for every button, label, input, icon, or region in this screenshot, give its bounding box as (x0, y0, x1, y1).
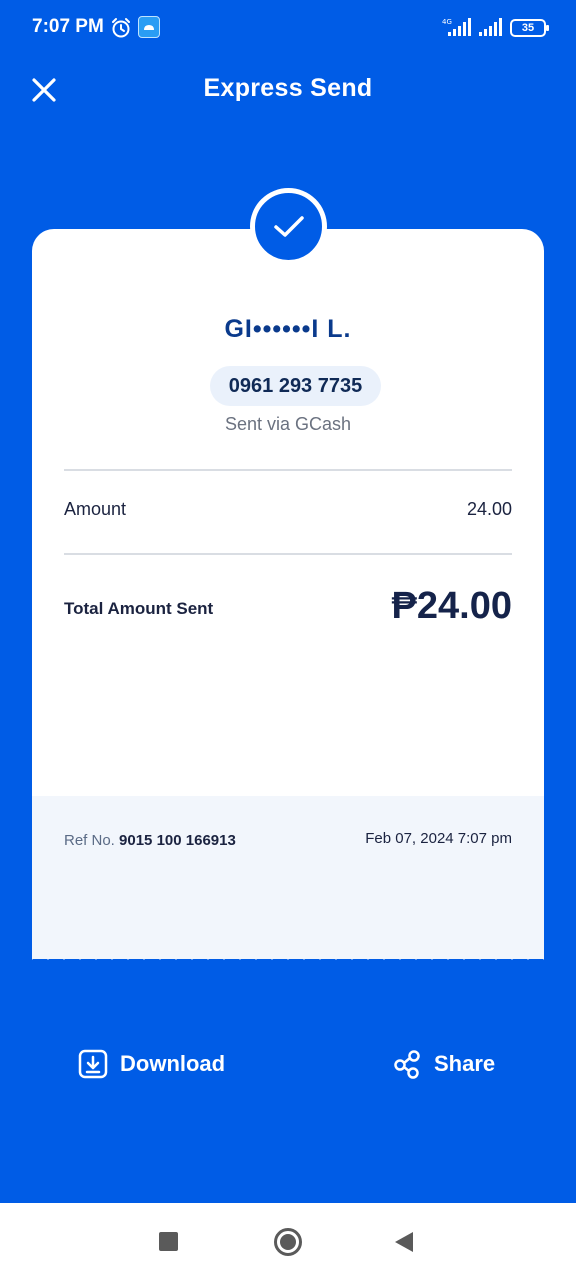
recents-icon[interactable] (159, 1232, 178, 1251)
share-button[interactable]: Share (392, 1044, 495, 1084)
status-time: 7:07 PM (32, 16, 104, 37)
system-nav-bar (0, 1203, 576, 1280)
app-header: Express Send (0, 60, 576, 120)
divider (64, 469, 512, 471)
page-title: Express Send (203, 74, 373, 102)
total-amount-value: ₱24.00 (391, 585, 512, 627)
back-icon[interactable] (395, 1232, 413, 1252)
app-badge-icon (138, 16, 160, 38)
share-icon (394, 1050, 420, 1079)
divider (64, 553, 512, 555)
download-label: Download (120, 1051, 226, 1076)
ref-number: 9015 100 166913 (119, 832, 236, 849)
ref-label: Ref No. (64, 832, 115, 849)
signal-4g-icon: 4G (442, 18, 471, 36)
reference-section: Ref No. 9015 100 166913 Feb 07, 2024 7:0… (32, 796, 544, 959)
receipt-torn-edge (32, 944, 544, 960)
download-button[interactable]: Download (78, 1044, 225, 1084)
status-bar: 7:07 PM 4G 35 (0, 0, 576, 56)
alarm-icon (112, 18, 130, 38)
download-icon (78, 1049, 108, 1079)
total-amount-label: Total Amount Sent (64, 599, 214, 618)
recipient-number: 0961 293 7735 (210, 366, 381, 406)
receipt-card: GI••••••I L. 0961 293 7735 Sent via GCas… (32, 229, 544, 959)
reference-line: Ref No. 9015 100 166913 (64, 832, 236, 849)
transaction-date: Feb 07, 2024 7:07 pm (365, 830, 512, 847)
battery-icon: 35 (510, 19, 549, 37)
recipient-name: GI••••••I L. (224, 315, 352, 343)
home-icon[interactable] (274, 1228, 302, 1256)
amount-value: 24.00 (466, 499, 512, 519)
success-check-badge (250, 188, 327, 265)
signal-icon (479, 18, 502, 36)
amount-label: Amount (64, 499, 127, 519)
share-label: Share (434, 1051, 496, 1076)
checkmark-icon (273, 215, 304, 237)
network-type: 4G (442, 18, 452, 26)
sent-via-label: Sent via GCash (224, 414, 352, 434)
